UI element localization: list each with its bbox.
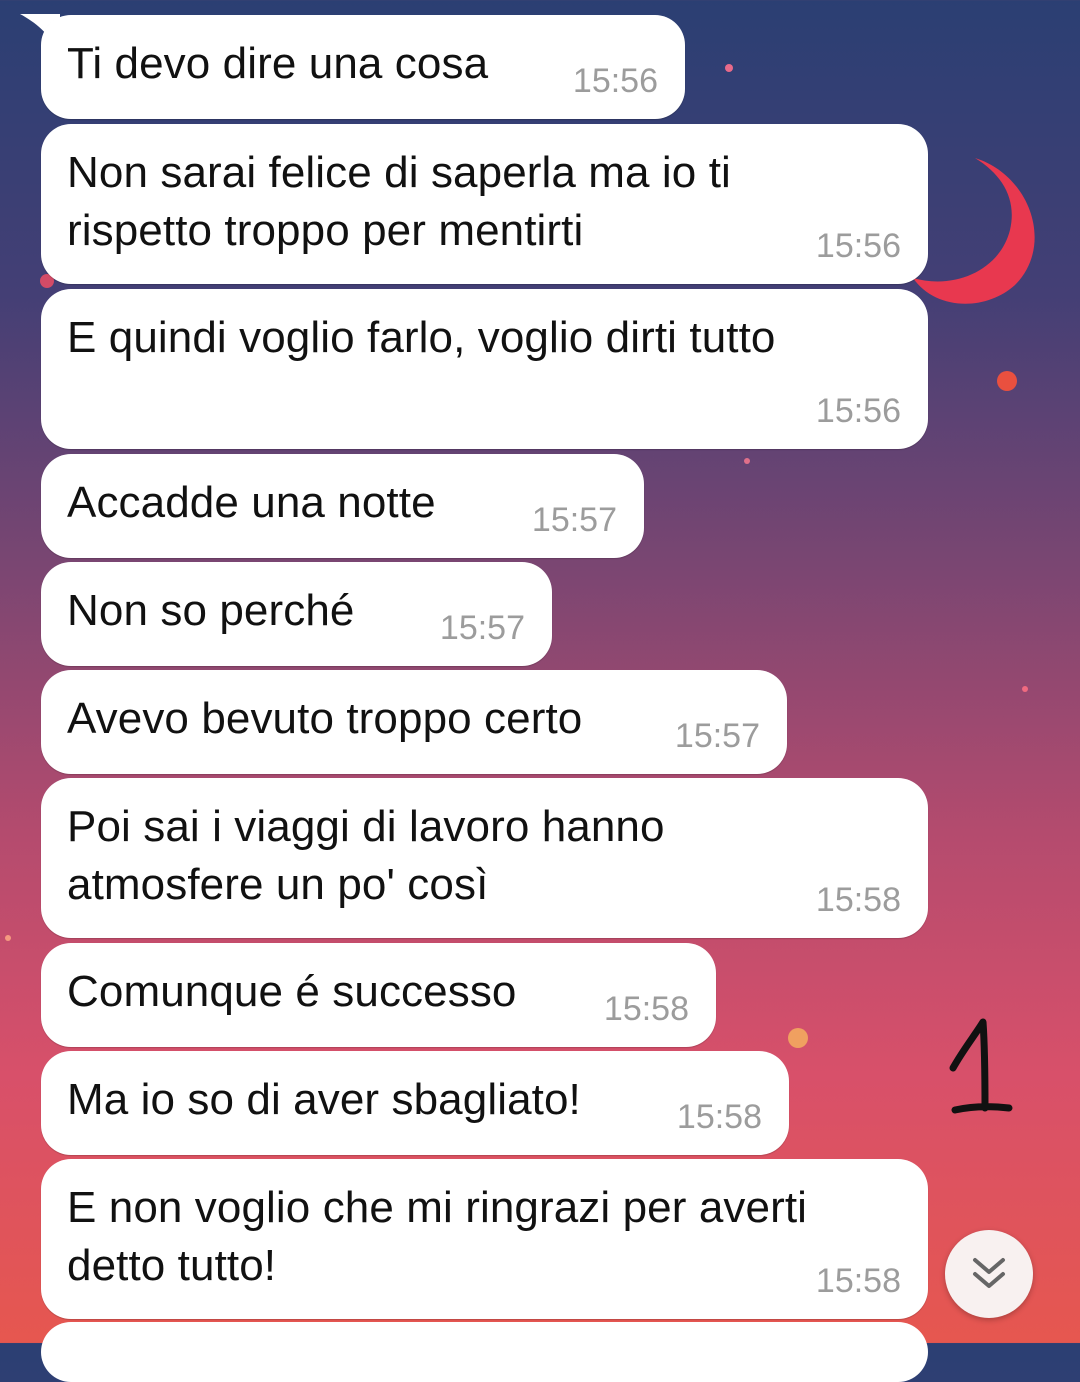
star-decoration (997, 371, 1017, 391)
message-timestamp: 15:57 (531, 501, 617, 539)
handwritten-number-annotation (949, 1018, 1013, 1114)
message-bubble[interactable]: E non voglio che mi ringrazi per averti … (41, 1159, 928, 1319)
message-bubble[interactable]: Poi sai i viaggi di lavoro hanno atmosfe… (41, 778, 928, 938)
chat-area: Ti devo dire una cosa 15:56 Non sarai fe… (0, 0, 1080, 1382)
message-timestamp: 15:57 (439, 609, 525, 647)
message-bubble-partial[interactable] (41, 1322, 928, 1382)
message-bubble[interactable]: Ma io so di aver sbagliato! 15:58 (41, 1051, 789, 1155)
message-text: Non sarai felice di saperla ma io ti ris… (67, 148, 731, 255)
message-text: E non voglio che mi ringrazi per averti … (67, 1183, 808, 1290)
message-bubble[interactable]: Non so perché 15:57 (41, 562, 552, 666)
message-timestamp: 15:56 (572, 62, 658, 100)
message-text: Ma io so di aver sbagliato! (67, 1075, 581, 1124)
message-timestamp: 15:58 (603, 990, 689, 1028)
star-decoration (725, 64, 733, 72)
scroll-to-bottom-button[interactable] (945, 1230, 1033, 1318)
star-decoration (744, 458, 750, 464)
message-bubble[interactable]: E quindi voglio farlo, voglio dirti tutt… (41, 289, 928, 449)
message-timestamp: 15:58 (676, 1098, 762, 1136)
message-text: Avevo bevuto troppo certo (67, 694, 583, 743)
message-text: E quindi voglio farlo, voglio dirti tutt… (67, 313, 776, 362)
message-timestamp: 15:56 (815, 392, 901, 430)
message-bubble[interactable]: Comunque é successo 15:58 (41, 943, 716, 1047)
message-timestamp: 15:58 (815, 1262, 901, 1300)
message-timestamp: 15:58 (815, 881, 901, 919)
message-text: Comunque é successo (67, 967, 517, 1016)
message-bubble[interactable]: Accadde una notte 15:57 (41, 454, 644, 558)
message-text: Ti devo dire una cosa (67, 39, 489, 88)
message-text: Poi sai i viaggi di lavoro hanno atmosfe… (67, 802, 665, 909)
message-bubble[interactable]: Avevo bevuto troppo certo 15:57 (41, 670, 787, 774)
star-decoration (788, 1028, 808, 1048)
star-decoration (5, 935, 11, 941)
message-bubble[interactable]: Ti devo dire una cosa 15:56 (41, 15, 685, 119)
message-timestamp: 15:56 (815, 227, 901, 265)
star-decoration (1022, 686, 1028, 692)
message-timestamp: 15:57 (674, 717, 760, 755)
message-bubble[interactable]: Non sarai felice di saperla ma io ti ris… (41, 124, 928, 284)
double-chevron-down-icon (973, 1258, 1005, 1288)
